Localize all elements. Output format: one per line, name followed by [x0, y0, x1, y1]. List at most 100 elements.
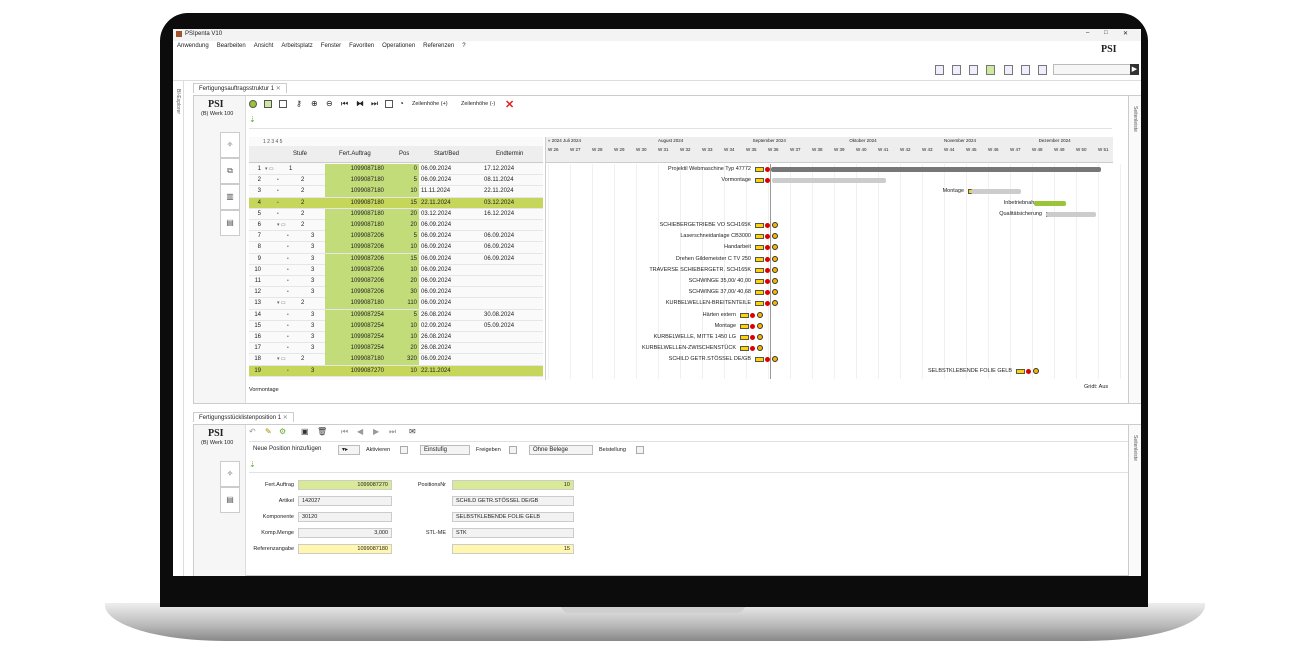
table-row[interactable]: 5 2 1099087180 20 03.12.2024 16.12.2024 •: [249, 208, 543, 220]
menu-arbeitsplatz[interactable]: Arbeitsplatz: [281, 43, 312, 49]
calendar-icon[interactable]: [385, 100, 393, 108]
table-row[interactable]: 17 3 1099087254 20 26.08.2024 •: [249, 343, 543, 355]
table-row[interactable]: 7 3 1099087206 5 06.09.2024 06.09.2024 •: [249, 231, 543, 243]
minimize-button[interactable]: –: [1086, 30, 1089, 36]
table-row[interactable]: 6 2 1099087180 20 06.09.2024 ▾ ▭: [249, 220, 543, 232]
seitenleiste-top[interactable]: Seitenleiste: [1128, 96, 1141, 403]
menu-bearbeiten[interactable]: Bearbeiten: [217, 43, 246, 49]
target-icon[interactable]: [757, 322, 763, 329]
expand-folder-icon[interactable]: ▾ ▭: [277, 298, 293, 309]
filter-icon[interactable]: ⇣: [249, 460, 256, 469]
refresh-icon[interactable]: [1004, 65, 1013, 75]
table-row[interactable]: 4 2 1099087180 15 22.11.2024 03.12.2024 •: [249, 197, 543, 209]
freigeben-checkbox[interactable]: [509, 446, 517, 454]
table-row[interactable]: 15 3 1099087254 10 02.09.2024 05.09.2024 •: [249, 320, 543, 332]
approve-icon[interactable]: [986, 65, 995, 75]
gantt-bar[interactable]: [971, 189, 1021, 195]
einstufig-select[interactable]: Einstufig: [420, 445, 470, 455]
expand-folder-icon[interactable]: ▾ ▭: [277, 354, 293, 365]
window-icon[interactable]: [1038, 65, 1047, 75]
referenz-pos-field[interactable]: 15: [452, 544, 574, 554]
expand-folder-icon[interactable]: ▾ ▭: [277, 220, 293, 231]
document-icon[interactable]: ▤: [220, 210, 240, 236]
target-icon[interactable]: [757, 311, 763, 318]
menu-ansicht[interactable]: Ansicht: [254, 43, 274, 49]
columns-icon[interactable]: ▥: [220, 184, 240, 210]
menu-fenster[interactable]: Fenster: [321, 43, 341, 49]
print-icon[interactable]: [1021, 65, 1030, 75]
target-icon[interactable]: [772, 266, 778, 273]
referenz-field[interactable]: 1099087180: [298, 544, 392, 554]
col-fert-auftrag[interactable]: Fert.Auftrag: [339, 149, 371, 160]
target-icon[interactable]: [772, 278, 778, 284]
komponente-field[interactable]: 30120: [298, 512, 392, 522]
aktivieren-checkbox[interactable]: [400, 446, 408, 454]
table-row[interactable]: 13 2 1099087180 110 06.09.2024 ▾ ▭: [249, 298, 543, 310]
gantt-bar[interactable]: [1046, 211, 1096, 217]
quick-search-input[interactable]: [1053, 64, 1131, 75]
beistellung-checkbox[interactable]: [636, 446, 644, 454]
table-row[interactable]: 2 2 1099087180 5 06.09.2024 08.11.2024 •: [249, 175, 543, 187]
first-icon[interactable]: ⏮: [341, 100, 348, 108]
delete-icon[interactable]: 🗑: [317, 428, 327, 436]
target-icon[interactable]: [1033, 367, 1039, 374]
table-row[interactable]: 11 3 1099087206 20 06.09.2024 •: [249, 276, 543, 288]
prev-record-icon[interactable]: ◀: [357, 428, 363, 436]
filter-icon[interactable]: ⇣: [249, 115, 256, 124]
menu-operationen[interactable]: Operationen: [382, 43, 415, 49]
table-row[interactable]: 9 3 1099087206 15 06.09.2024 06.09.2024 •: [249, 253, 543, 265]
gantt-bar[interactable]: [1034, 200, 1066, 206]
table-row[interactable]: 10 3 1099087206 10 06.09.2024 •: [249, 264, 543, 276]
stlme-field[interactable]: STK: [452, 528, 574, 538]
positionsnr-field[interactable]: 10: [452, 480, 574, 490]
settings-icon[interactable]: [249, 100, 257, 108]
table-row[interactable]: 14 3 1099087254 5 26.08.2024 30.08.2024 •: [249, 309, 543, 321]
close-button[interactable]: ✕: [1123, 30, 1128, 37]
sort-icon[interactable]: [969, 65, 978, 75]
target-icon[interactable]: [772, 289, 778, 296]
gantt-bar[interactable]: [772, 178, 886, 184]
target-icon[interactable]: [772, 233, 778, 240]
table-row[interactable]: 19 3 1099087270 10 22.11.2024 •: [249, 365, 543, 377]
grid-green-icon[interactable]: [264, 100, 272, 108]
target-icon[interactable]: [757, 345, 763, 352]
target-icon[interactable]: [757, 334, 763, 340]
tab-fertigungsauftragsstruktur[interactable]: Fertigungsauftragsstruktur 1 ✕: [193, 83, 287, 93]
zoom-out-icon[interactable]: ⊖: [326, 100, 333, 108]
grid-toggle[interactable]: Gridt: Aus: [1084, 384, 1108, 390]
maximize-button[interactable]: □: [1104, 30, 1108, 36]
go-arrow-icon[interactable]: ▶: [1130, 64, 1139, 75]
table-row[interactable]: 1 1 1099087180 0 06.09.2024 17.12.2024 ▾ ▭: [249, 164, 543, 176]
table-row[interactable]: 12 3 1099087206 30 06.09.2024 •: [249, 287, 543, 299]
table-row[interactable]: 3 2 1099087180 10 11.11.2024 22.11.2024 •: [249, 186, 543, 198]
undo-icon[interactable]: ↶: [249, 428, 256, 436]
tab-close-icon[interactable]: ✕: [276, 86, 281, 92]
col-stufe[interactable]: Stufe: [293, 149, 307, 160]
tab-fertigungsstueckliste[interactable]: Fertigungsstücklistenposition 1 ✕: [193, 412, 294, 422]
menu-anwendung[interactable]: Anwendung: [177, 43, 209, 49]
menu-referenzen[interactable]: Referenzen: [423, 43, 454, 49]
target-icon[interactable]: [772, 300, 778, 307]
split-icon[interactable]: ⧓: [356, 100, 364, 108]
table-row[interactable]: 18 2 1099087180 320 06.09.2024 ▾ ▭: [249, 354, 543, 366]
col-endtermin[interactable]: Endtermin: [496, 149, 523, 160]
list-icon[interactable]: [952, 65, 961, 75]
target-icon[interactable]: [772, 222, 778, 228]
target-icon[interactable]: [772, 356, 778, 363]
menu-help[interactable]: ?: [462, 43, 465, 49]
wand-icon[interactable]: ✎: [265, 428, 272, 436]
last-icon[interactable]: ⏭: [371, 100, 378, 108]
belege-select[interactable]: Ohne Belege: [529, 445, 593, 455]
bi-explorer-strip[interactable]: BI-Explorer: [173, 81, 184, 576]
first-record-icon[interactable]: ⏮: [341, 428, 348, 436]
key-icon[interactable]: ⚷: [296, 100, 302, 108]
col-pos[interactable]: Pos: [399, 149, 409, 160]
tab-close-icon[interactable]: ✕: [283, 415, 288, 421]
zoom-in-icon[interactable]: ⊕: [311, 100, 318, 108]
kompmenge-field[interactable]: 3,000: [298, 528, 392, 538]
neue-position-dropdown[interactable]: ▾▸: [338, 445, 360, 455]
save-icon[interactable]: ▣: [301, 428, 309, 436]
col-start[interactable]: Start/Bed: [434, 149, 459, 160]
gantt-bar[interactable]: [771, 167, 1101, 172]
artikel-field[interactable]: 142027: [298, 496, 392, 506]
